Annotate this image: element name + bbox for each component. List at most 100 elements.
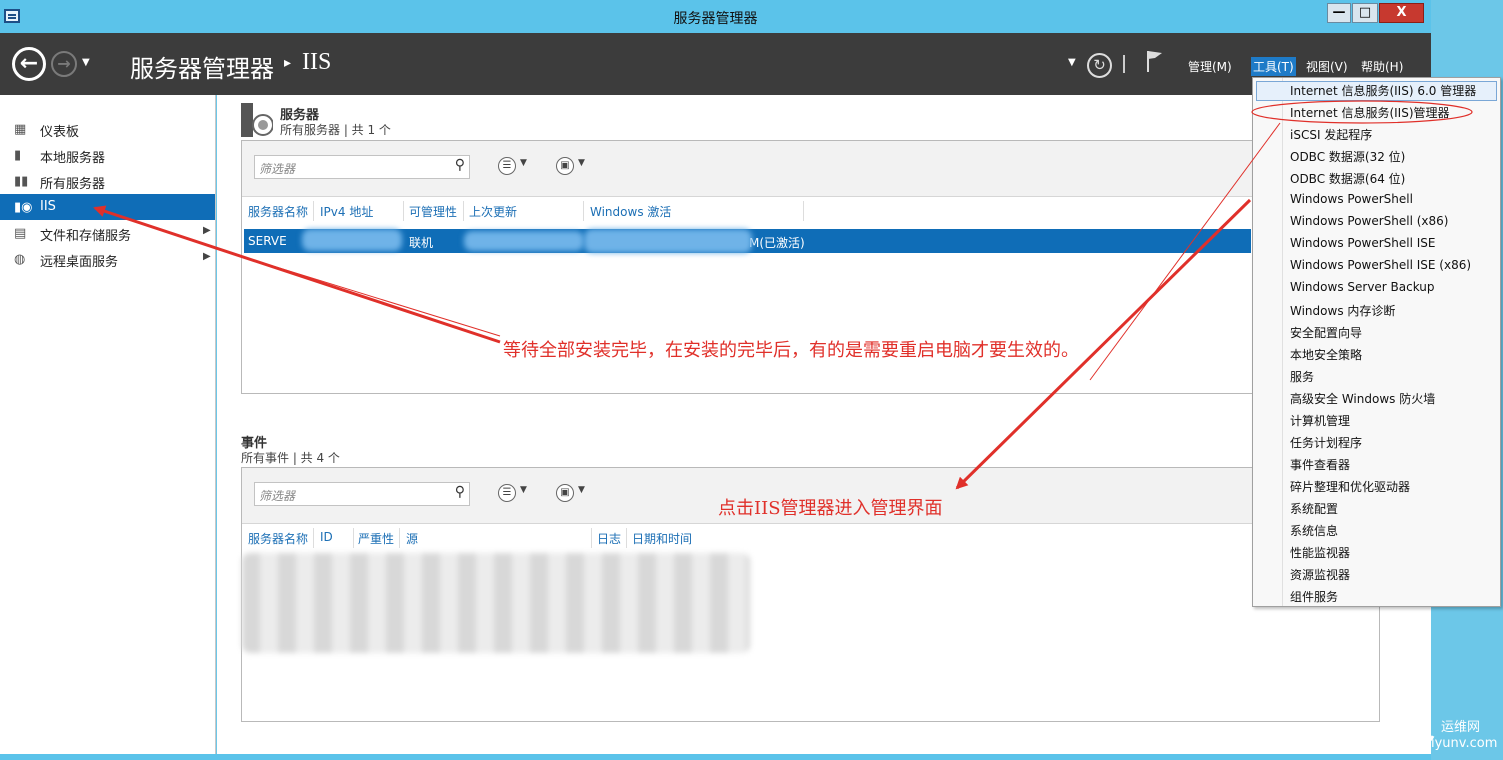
tools-menu-item[interactable]: 系统配置 (1290, 500, 1338, 522)
sidebar-item-label: 本地服务器 (40, 151, 106, 166)
tools-menu-item[interactable]: 安全配置向导 (1290, 324, 1362, 346)
menu-manage[interactable]: 管理(M) (1188, 58, 1232, 75)
tools-menu-item[interactable]: 事件查看器 (1290, 456, 1350, 478)
refresh-icon[interactable]: ↻ (1087, 53, 1112, 78)
column-header[interactable]: 日期和时间 (632, 530, 692, 547)
tools-menu-item[interactable]: Windows Server Backup (1290, 280, 1435, 302)
events-list-options-button[interactable]: ☰ ▼ (498, 484, 536, 504)
tools-menu-item[interactable]: Windows 内存诊断 (1290, 302, 1395, 324)
tools-menu-item[interactable]: 性能监视器 (1290, 544, 1350, 566)
chevron-down-icon: ▼ (578, 158, 585, 168)
column-divider (353, 528, 354, 548)
minimize-button[interactable]: — (1327, 3, 1351, 23)
tools-menu-item[interactable]: 任务计划程序 (1290, 434, 1362, 456)
tools-menu-item[interactable]: 高级安全 Windows 防火墙 (1290, 390, 1435, 412)
forward-arrow-icon: → (57, 54, 71, 73)
menu-help[interactable]: 帮助(H) (1361, 58, 1403, 75)
tools-menu-item[interactable]: iSCSI 发起程序 (1290, 126, 1372, 148)
redacted-activation (584, 229, 752, 253)
tools-menu-item[interactable]: Internet 信息服务(IIS)管理器 (1290, 104, 1450, 126)
list-icon: ☰ (498, 484, 516, 502)
sidebar-item-remote-desktop[interactable]: ◍ 远程桌面服务 ▶ (0, 246, 215, 272)
column-divider (313, 201, 314, 221)
column-divider (313, 528, 314, 548)
servers-section-subtitle: 所有服务器 | 共 1 个 (280, 123, 391, 137)
column-header[interactable]: Windows 激活 (590, 203, 671, 220)
servers-list-options-button[interactable]: ☰ ▼ (498, 157, 536, 177)
sidebar-item-label: 所有服务器 (40, 177, 106, 192)
remote-desktop-icon: ◍ (14, 252, 26, 267)
tools-menu-item[interactable]: Windows PowerShell ISE (x86) (1290, 258, 1471, 280)
table-row[interactable]: SERVE 联机 M(已激活) (244, 229, 1251, 253)
manageability-cell: 联机 (409, 236, 434, 250)
watermark-text: 运维网 (1441, 720, 1481, 735)
column-divider (403, 201, 404, 221)
column-header[interactable]: IPv4 地址 (320, 203, 373, 220)
sidebar-item-iis[interactable]: ▮◉ IIS (0, 194, 215, 220)
sidebar-item-label: IIS (40, 199, 56, 214)
column-header[interactable]: 可管理性 (409, 203, 457, 220)
events-grid-header: 服务器名称 ID 严重性 源 日志 日期和时间 (242, 524, 1379, 554)
column-divider (463, 201, 464, 221)
breadcrumb-root: 服务器管理器 (130, 55, 274, 83)
menu-view[interactable]: 视图(V) (1306, 58, 1348, 75)
tools-menu-item[interactable]: 系统信息 (1290, 522, 1338, 544)
column-header[interactable]: 严重性 (358, 530, 394, 547)
chevron-right-icon: ▶ (203, 251, 211, 262)
tools-menu-item[interactable]: 碎片整理和优化驱动器 (1290, 478, 1410, 500)
sidebar-item-dashboard[interactable]: ▦ 仪表板 (0, 116, 215, 142)
sidebar-item-all-servers[interactable]: ▮▮ 所有服务器 (0, 168, 215, 194)
column-divider (583, 201, 584, 221)
tools-menu-item[interactable]: Windows PowerShell (x86) (1290, 214, 1448, 236)
menu-tools[interactable]: 工具(T) (1251, 57, 1296, 76)
servers-filter-input[interactable]: 筛选器 ⚲ (254, 155, 470, 179)
events-filter-input[interactable]: 筛选器 ⚲ (254, 482, 470, 506)
back-button[interactable]: ← (12, 47, 46, 81)
column-header[interactable]: 服务器名称 (248, 530, 308, 547)
history-dropdown-icon[interactable]: ▼ (82, 57, 90, 68)
sidebar-item-label: 仪表板 (40, 125, 80, 140)
column-header[interactable]: 服务器名称 (248, 203, 308, 220)
notification-flag-icon[interactable] (1145, 49, 1165, 73)
maximize-button[interactable]: □ (1352, 3, 1378, 23)
search-icon[interactable]: ⚲ (455, 484, 465, 500)
watermark-url: iyunv.com (1431, 736, 1498, 751)
watermark: 运维网 iyunv.com (1401, 712, 1501, 758)
servers-save-button[interactable]: ▣ ▼ (556, 157, 594, 177)
sidebar: ▦ 仪表板 ▮ 本地服务器 ▮▮ 所有服务器 ▮◉ IIS ▤ 文件和存储服务 … (0, 95, 216, 754)
save-icon: ▣ (556, 157, 574, 175)
tools-menu-item[interactable]: 资源监视器 (1290, 566, 1350, 588)
close-button[interactable]: X (1379, 3, 1424, 23)
menu-gutter (1282, 78, 1283, 606)
sidebar-item-label: 文件和存储服务 (40, 229, 132, 244)
tools-menu-item[interactable]: Internet 信息服务(IIS) 6.0 管理器 (1290, 82, 1476, 104)
column-header[interactable]: 上次更新 (469, 203, 517, 220)
column-header[interactable]: 源 (406, 530, 418, 547)
refresh-dropdown-icon[interactable]: ▼ (1068, 57, 1076, 68)
tools-menu-item[interactable]: 服务 (1290, 368, 1314, 390)
sidebar-item-file-storage[interactable]: ▤ 文件和存储服务 ▶ (0, 220, 215, 246)
column-header[interactable]: 日志 (597, 530, 621, 547)
forward-button[interactable]: → (51, 51, 77, 77)
search-icon[interactable]: ⚲ (455, 157, 465, 173)
tools-menu-item[interactable]: 计算机管理 (1290, 412, 1350, 434)
breadcrumb-page: IIS (302, 49, 332, 75)
tools-menu-item[interactable]: Windows PowerShell (1290, 192, 1413, 214)
tools-menu-item[interactable]: ODBC 数据源(64 位) (1290, 170, 1405, 192)
tools-menu-item[interactable]: 本地安全策略 (1290, 346, 1362, 368)
events-section-subtitle: 所有事件 | 共 4 个 (241, 451, 340, 465)
redacted-ip (302, 229, 402, 251)
filter-placeholder: 筛选器 (259, 162, 296, 176)
column-divider (399, 528, 400, 548)
sidebar-item-local-server[interactable]: ▮ 本地服务器 (0, 142, 215, 168)
column-header[interactable]: ID (320, 530, 333, 544)
tools-menu-item[interactable]: ODBC 数据源(32 位) (1290, 148, 1405, 170)
tools-dropdown-menu: Internet 信息服务(IIS) 6.0 管理器 Internet 信息服务(… (1252, 77, 1501, 607)
activation-cell: M(已激活) (749, 236, 805, 250)
window-title: 服务器管理器 (673, 11, 758, 27)
breadcrumb-separator: ▸ (284, 55, 292, 71)
events-save-button[interactable]: ▣ ▼ (556, 484, 594, 504)
tools-menu-item[interactable]: Windows PowerShell ISE (1290, 236, 1436, 258)
column-divider (803, 201, 804, 221)
tools-menu-item[interactable]: 组件服务 (1290, 588, 1338, 610)
